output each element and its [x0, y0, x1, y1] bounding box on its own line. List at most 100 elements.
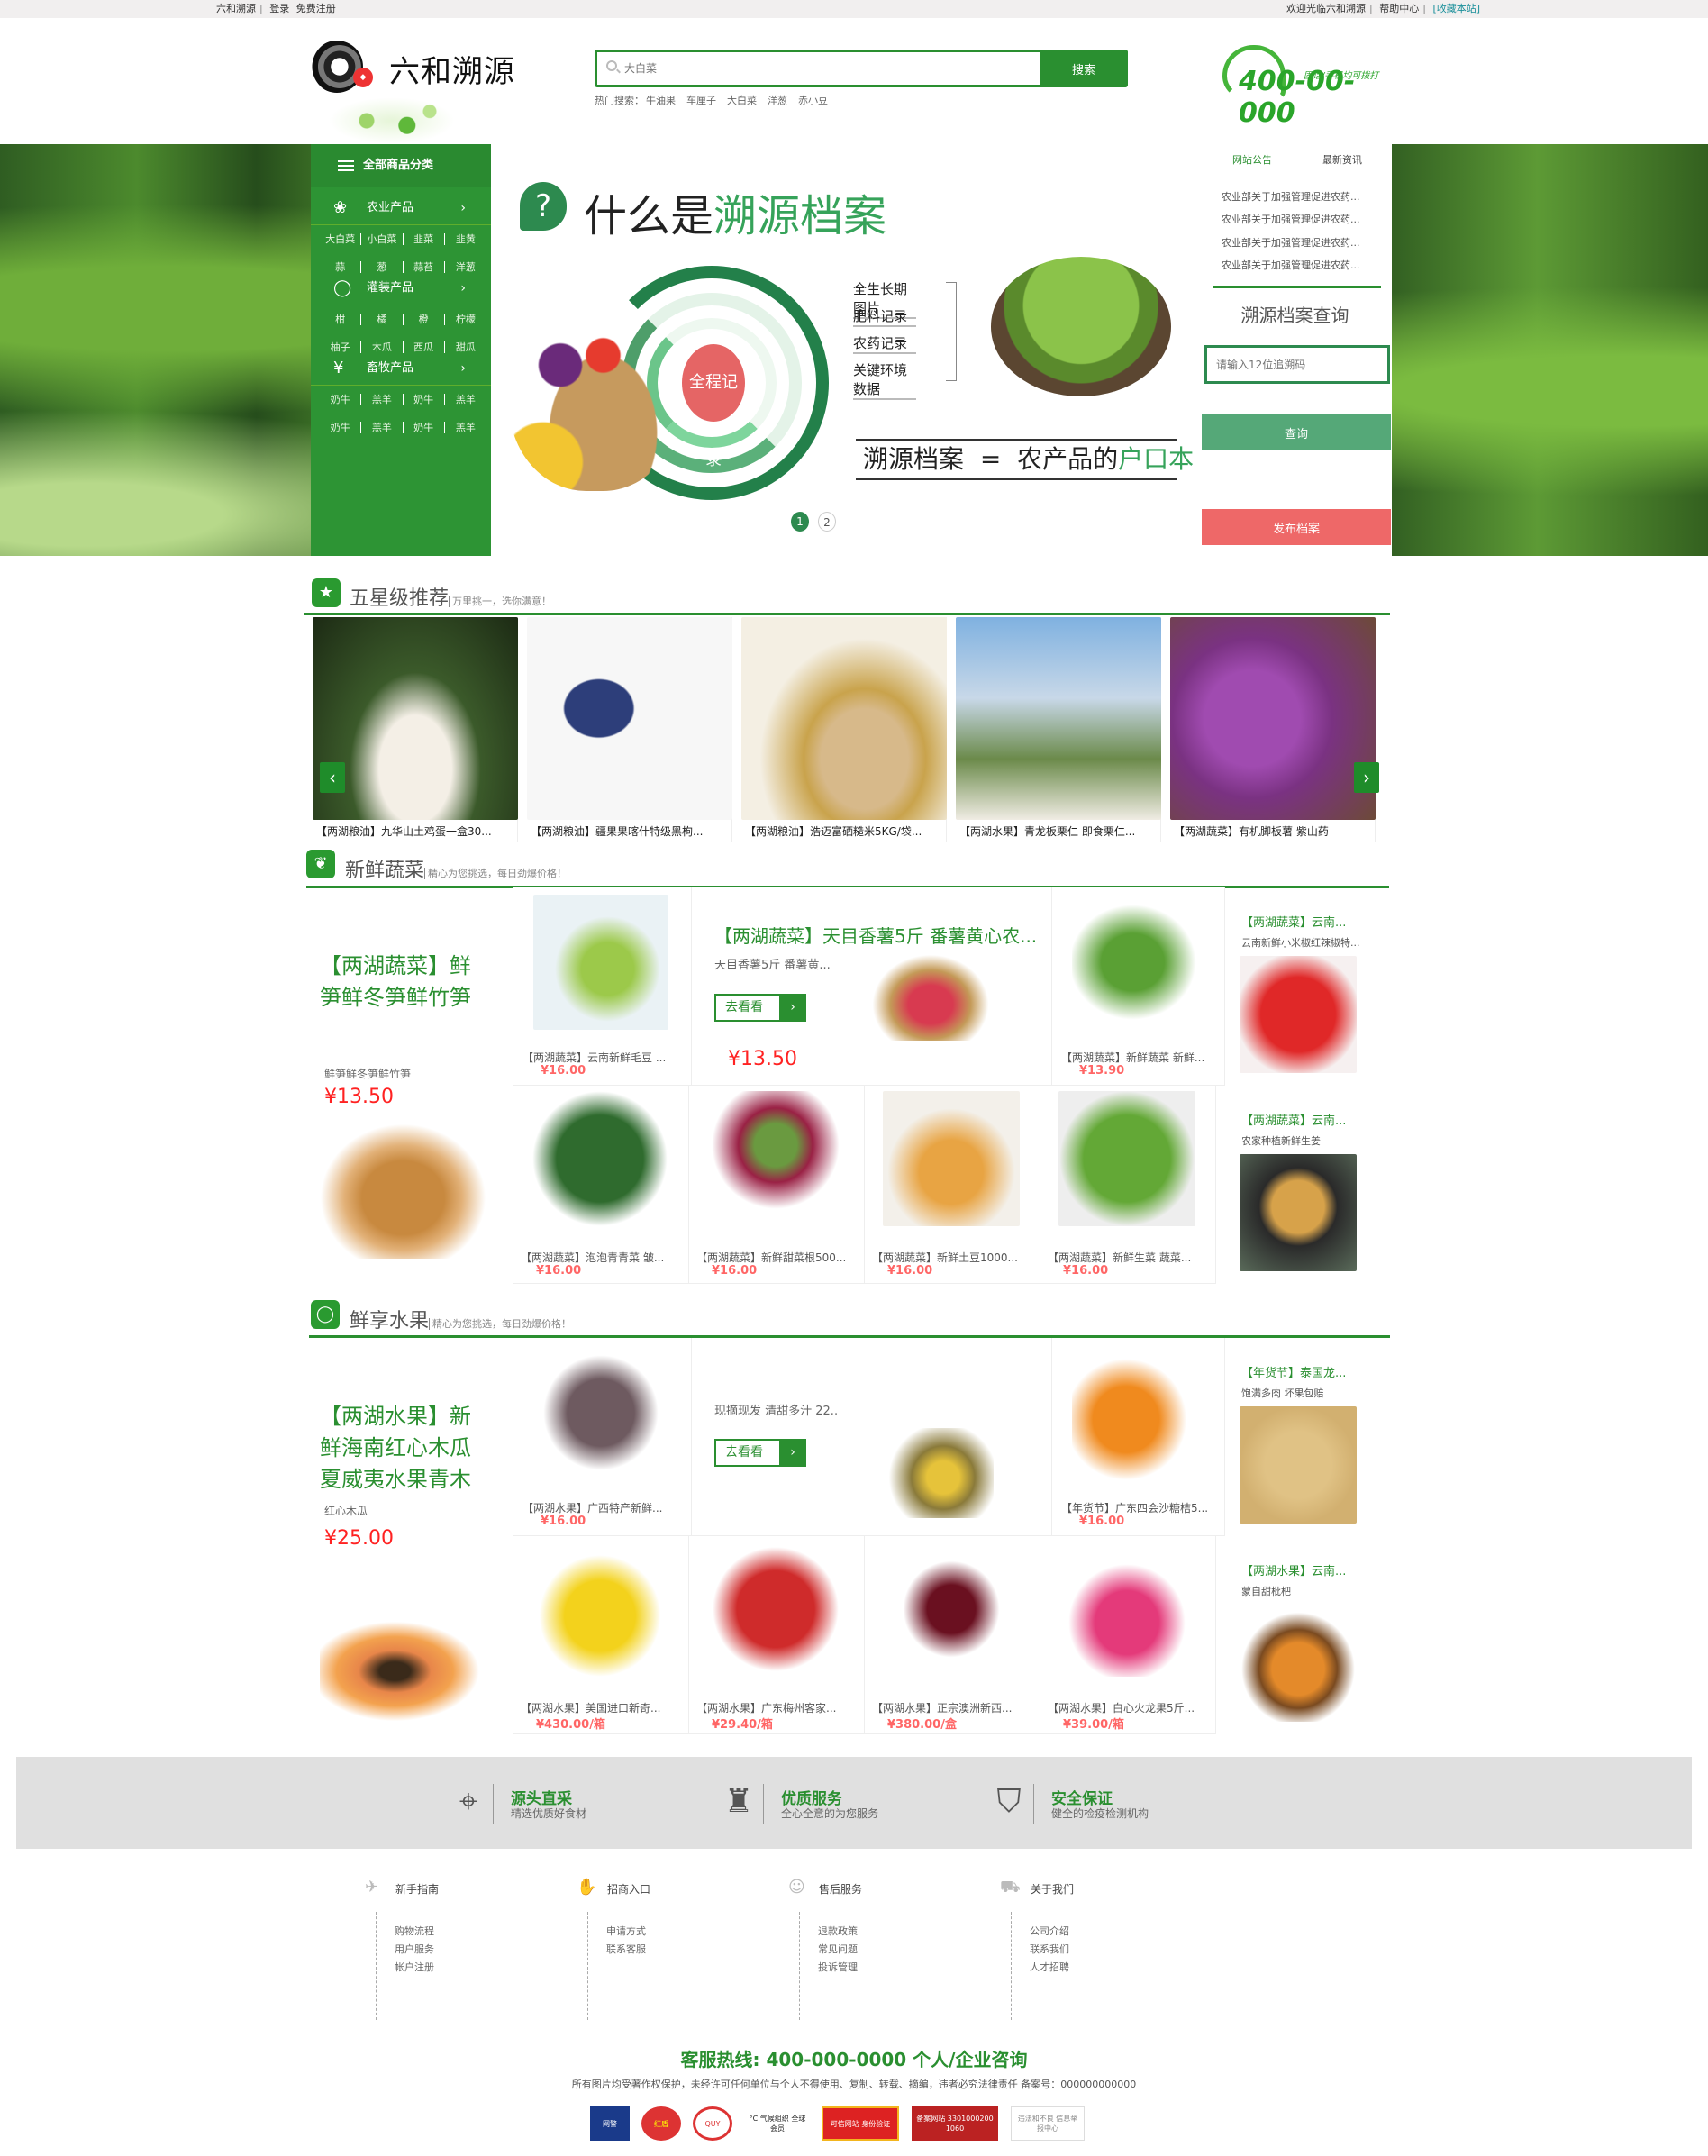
- lead-product-image[interactable]: [320, 1617, 486, 1725]
- category-1[interactable]: ❀ 农业产品 ›: [311, 191, 491, 225]
- product-cell[interactable]: 【两湖蔬菜】新鲜蔬菜 新鲜... ¥13.90: [1052, 887, 1225, 1086]
- category-link[interactable]: 橘: [361, 314, 404, 325]
- slide-dot-1[interactable]: 1: [791, 512, 809, 532]
- carousel-prev-button[interactable]: ‹: [320, 762, 345, 793]
- publish-button[interactable]: 发布档案: [1202, 509, 1391, 545]
- product-name[interactable]: 【两湖粮油】浩迈富硒糙米5KG/袋...: [745, 823, 947, 839]
- hot-search-term[interactable]: 牛油果: [646, 95, 676, 106]
- product-card[interactable]: 【两湖蔬菜】有机脚板薯 紫山药: [1170, 617, 1376, 842]
- product-cell[interactable]: 【两湖水果】广东梅州客家... ¥29.40/箱: [689, 1536, 865, 1734]
- go-see-button[interactable]: 去看看 ›: [714, 1439, 806, 1467]
- side-product-title[interactable]: 【两湖蔬菜】云南...: [1241, 1111, 1346, 1128]
- product-image[interactable]: [527, 617, 732, 820]
- bookmark-link[interactable]: [收藏本站]: [1432, 3, 1480, 14]
- hot-search-term[interactable]: 车厘子: [686, 95, 716, 106]
- product-card[interactable]: 【两湖粮油】疆果果喀什特级黑枸...: [527, 617, 732, 842]
- product-cell[interactable]: 【两湖水果】白心火龙果5斤... ¥39.00/箱: [1040, 1536, 1216, 1734]
- product-image[interactable]: [533, 1345, 668, 1480]
- go-see-button[interactable]: 去看看 ›: [714, 994, 806, 1022]
- lead-product-image[interactable]: [320, 1123, 486, 1259]
- product-image[interactable]: [533, 895, 668, 1030]
- category-link[interactable]: 奶牛: [320, 394, 362, 405]
- feature-title[interactable]: 【两湖蔬菜】天目香薯5斤 番薯黄心农...: [714, 922, 1037, 948]
- product-name[interactable]: 【两湖粮油】九华山土鸡蛋一盒30...: [316, 823, 518, 839]
- side-product-image[interactable]: [1240, 1406, 1357, 1524]
- category-link[interactable]: 羔羊: [445, 394, 486, 405]
- query-button[interactable]: 查询: [1202, 414, 1391, 450]
- footer-link[interactable]: 联系客服: [606, 1941, 646, 1959]
- product-image[interactable]: [707, 1542, 844, 1677]
- category-link[interactable]: 奶牛: [404, 394, 445, 405]
- logo-text[interactable]: 六和溯源: [389, 47, 515, 91]
- product-card[interactable]: 【两湖水果】青龙板栗仁 即食栗仁...: [956, 617, 1161, 842]
- category-link[interactable]: 奶牛: [320, 422, 362, 433]
- category-link[interactable]: 小白菜: [361, 233, 404, 245]
- lead-product-title[interactable]: 【两湖水果】新鲜海南红心木瓜夏威夷水果青木: [320, 1401, 491, 1496]
- category-link[interactable]: 大白菜: [320, 233, 362, 245]
- product-image[interactable]: [1072, 895, 1207, 1030]
- login-link[interactable]: 登录: [269, 3, 289, 14]
- product-image[interactable]: [1058, 1091, 1195, 1226]
- product-cell[interactable]: 【两湖蔬菜】泡泡青青菜 皱... ¥16.00: [513, 1086, 689, 1284]
- category-link[interactable]: 羔羊: [361, 422, 404, 433]
- product-cell[interactable]: 【两湖蔬菜】新鲜甜菜根500... ¥16.00: [689, 1086, 865, 1284]
- lead-product-title[interactable]: 【两湖蔬菜】鲜笋鲜冬笋鲜竹笋: [320, 951, 491, 1014]
- product-image[interactable]: [1058, 1542, 1195, 1677]
- footer-link[interactable]: 用户服务: [395, 1941, 434, 1959]
- product-name[interactable]: 【两湖水果】青龙板栗仁 即食栗仁...: [959, 823, 1161, 839]
- product-name[interactable]: 【两湖水果】广东梅州客家...: [696, 1700, 863, 1715]
- side-product-image[interactable]: [1240, 1154, 1357, 1271]
- news-item[interactable]: 农业部关于加强管理促进农药...: [1222, 189, 1360, 204]
- side-product-image[interactable]: [1240, 956, 1357, 1073]
- product-image[interactable]: [707, 1091, 844, 1226]
- category-link[interactable]: 柠檬: [445, 314, 486, 325]
- carousel-next-button[interactable]: ›: [1354, 762, 1379, 793]
- category-link[interactable]: 柑: [320, 314, 362, 325]
- news-item[interactable]: 农业部关于加强管理促进农药...: [1222, 235, 1360, 250]
- product-name[interactable]: 【两湖水果】白心火龙果5斤...: [1048, 1700, 1214, 1715]
- product-name[interactable]: 【两湖蔬菜】新鲜土豆1000...: [872, 1250, 1039, 1265]
- footer-link[interactable]: 人才招聘: [1030, 1959, 1069, 1977]
- certification-badge[interactable]: 可信网站 身份验证: [822, 2106, 899, 2141]
- product-name[interactable]: 【两湖蔬菜】有机脚板薯 紫山药: [1174, 823, 1376, 839]
- product-image[interactable]: [883, 1091, 1020, 1226]
- category-3[interactable]: ¥ 畜牧产品 ›: [311, 351, 491, 386]
- product-name[interactable]: 【两湖水果】美国进口新奇...: [521, 1700, 687, 1715]
- product-name[interactable]: 【两湖水果】广西特产新鲜...: [522, 1500, 662, 1515]
- product-cell[interactable]: 【两湖水果】正宗澳洲新西... ¥380.00/盒: [865, 1536, 1040, 1734]
- certification-badge[interactable]: °C 气候组织 全球会员: [746, 2106, 809, 2141]
- tab-news[interactable]: 最新资讯: [1322, 152, 1362, 167]
- footer-link[interactable]: 购物流程: [395, 1923, 434, 1941]
- product-image[interactable]: [883, 1542, 1020, 1677]
- product-cell[interactable]: 【年货节】广东四会沙糖桔5... ¥16.00: [1052, 1338, 1225, 1536]
- product-card[interactable]: 【两湖粮油】浩迈富硒糙米5KG/袋...: [741, 617, 947, 842]
- trace-code-input[interactable]: [1204, 345, 1390, 384]
- feature-image[interactable]: [868, 951, 994, 1041]
- product-name[interactable]: 【两湖蔬菜】新鲜蔬菜 新鲜...: [1061, 1050, 1204, 1065]
- feature-image[interactable]: [868, 1428, 994, 1518]
- product-cell[interactable]: 【两湖蔬菜】新鲜生菜 蔬菜... ¥16.00: [1040, 1086, 1216, 1284]
- side-product-title[interactable]: 【年货节】泰国龙...: [1241, 1363, 1346, 1380]
- product-name[interactable]: 【两湖蔬菜】云南新鲜毛豆 ...: [522, 1050, 666, 1065]
- product-name[interactable]: 【两湖水果】正宗澳洲新西...: [872, 1700, 1039, 1715]
- logo-icon[interactable]: [311, 41, 363, 93]
- product-card[interactable]: 【两湖粮油】九华山土鸡蛋一盒30...: [313, 617, 518, 842]
- news-item[interactable]: 农业部关于加强管理促进农药...: [1222, 258, 1360, 272]
- side-product-image[interactable]: [1240, 1605, 1357, 1722]
- product-name[interactable]: 【两湖蔬菜】新鲜甜菜根500...: [696, 1250, 863, 1265]
- category-link[interactable]: 韭黄: [445, 233, 486, 245]
- product-name[interactable]: 【两湖蔬菜】新鲜生菜 蔬菜...: [1048, 1250, 1214, 1265]
- feature-product[interactable]: 【两湖蔬菜】天目香薯5斤 番薯黄心农... 天目香薯5斤 番薯黄... 去看看 › ¥1…: [692, 887, 1052, 1086]
- side-product-title[interactable]: 【两湖蔬菜】云南...: [1241, 913, 1346, 930]
- search-input[interactable]: [624, 58, 1003, 79]
- register-link[interactable]: 免费注册: [296, 3, 336, 14]
- product-name[interactable]: 【两湖粮油】疆果果喀什特级黑枸...: [531, 823, 732, 839]
- product-image[interactable]: [531, 1091, 668, 1226]
- product-image[interactable]: [531, 1542, 668, 1677]
- product-cell[interactable]: 【两湖水果】美国进口新奇... ¥430.00/箱: [513, 1536, 689, 1734]
- category-title[interactable]: 全部商品分类: [311, 144, 491, 187]
- category-link[interactable]: 韭菜: [404, 233, 445, 245]
- footer-link[interactable]: 退款政策: [818, 1923, 858, 1941]
- footer-link[interactable]: 公司介绍: [1030, 1923, 1069, 1941]
- product-image[interactable]: [1072, 1345, 1207, 1480]
